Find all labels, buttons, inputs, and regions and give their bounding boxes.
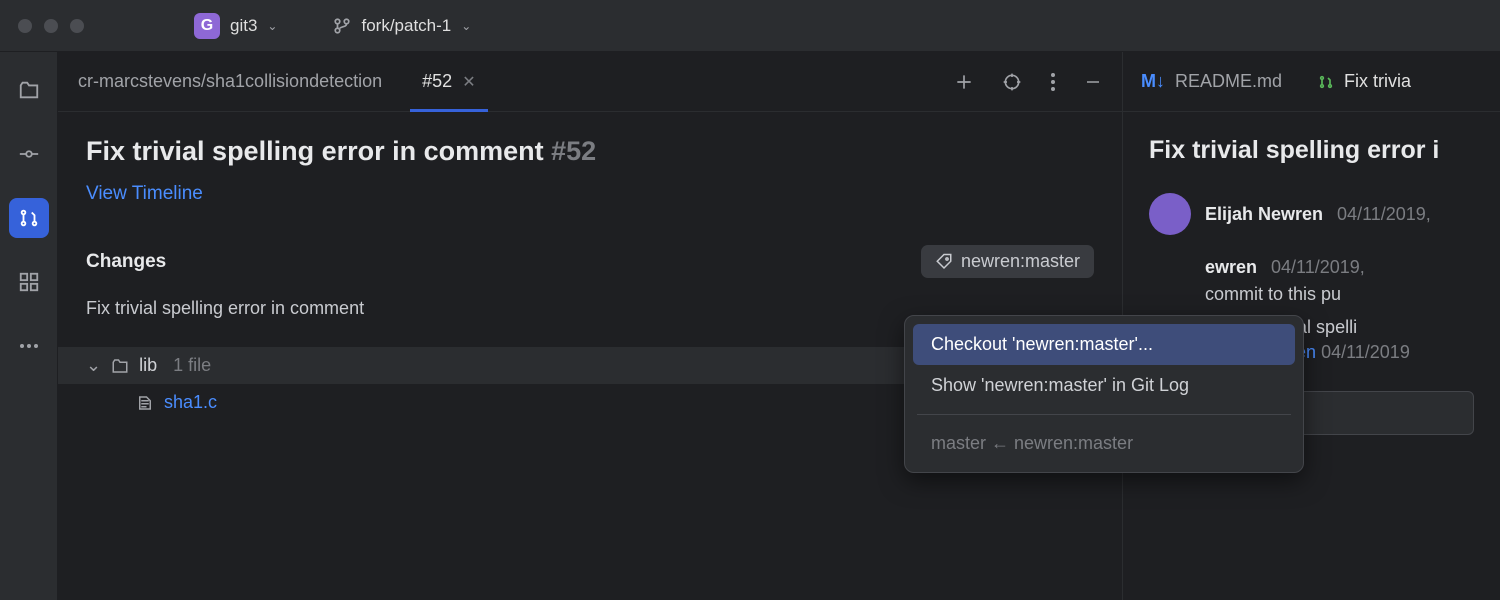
markdown-icon: M↓ [1141,71,1165,92]
branch-tag-label: newren:master [961,251,1080,272]
changes-heading: Changes [86,251,166,273]
project-name: git3 [230,16,257,36]
pr-title-text: Fix trivial spelling error in comment [86,136,544,166]
tab-label: Fix trivia [1344,71,1411,92]
pr-number: #52 [551,136,596,166]
pr-detail-title: Fix trivial spelling error i [1149,136,1474,165]
window-controls [18,19,84,33]
sidebar-structure-icon[interactable] [9,262,49,302]
target-icon[interactable] [1002,72,1022,92]
context-menu: Checkout 'newren:master'... Show 'newren… [904,315,1304,473]
sidebar-commit-icon[interactable] [9,134,49,174]
menu-item-show-log[interactable]: Show 'newren:master' in Git Log [913,365,1295,406]
chevron-down-icon: ⌄ [86,355,101,376]
branch-icon [333,17,351,35]
file-count: 1 file [173,355,211,376]
menu-footer: master ← newren:master [913,423,1295,464]
folder-name: lib [139,355,157,376]
file-icon [136,394,154,412]
tab-pr-52[interactable]: #52 ✕ [410,52,487,111]
titlebar: G git3 ⌄ fork/patch-1 ⌄ [0,0,1500,52]
date-label: 04/11/2019, [1337,204,1431,225]
more-vertical-icon[interactable] [1050,72,1056,92]
date-label: 04/11/2019, [1271,257,1365,278]
file-name: sha1.c [164,392,217,413]
tab-bar: cr-marcstevens/sha1collisiondetection #5… [58,52,1122,112]
minimize-icon[interactable] [1084,73,1102,91]
branch-selector[interactable]: fork/patch-1 ⌄ [323,12,481,40]
tab-label: README.md [1175,71,1282,92]
project-icon: G [194,13,220,39]
tab-pr-detail[interactable]: Fix trivia [1300,52,1429,111]
right-tabs: M↓ README.md Fix trivia [1123,52,1500,112]
sidebar [0,52,58,600]
tab-readme[interactable]: M↓ README.md [1123,52,1300,111]
add-icon[interactable] [954,72,974,92]
pull-request-icon [1318,74,1334,90]
author-name: Elijah Newren [1205,204,1323,225]
view-timeline-link[interactable]: View Timeline [86,183,1094,205]
branch-tag[interactable]: newren:master [921,245,1094,278]
chevron-down-icon: ⌄ [461,19,471,33]
menu-item-checkout[interactable]: Checkout 'newren:master'... [913,324,1295,365]
tag-icon [935,253,953,271]
menu-divider [917,414,1291,415]
project-selector[interactable]: G git3 ⌄ [184,9,287,43]
sidebar-pull-requests-icon[interactable] [9,198,49,238]
pr-title: Fix trivial spelling error in comment #5… [86,136,1094,167]
chevron-down-icon: ⌄ [267,19,277,33]
commit-line: commit to this pu [1205,284,1474,305]
date-label: 04/11/2019 [1321,342,1410,362]
close-window-button[interactable] [18,19,32,33]
folder-icon [111,357,129,375]
breadcrumb[interactable]: cr-marcstevens/sha1collisiondetection [78,71,382,92]
minimize-window-button[interactable] [44,19,58,33]
sidebar-project-icon[interactable] [9,70,49,110]
zoom-window-button[interactable] [70,19,84,33]
branch-name: fork/patch-1 [361,16,451,36]
close-icon[interactable]: ✕ [462,72,475,92]
sidebar-more-icon[interactable] [9,326,49,366]
tab-actions [954,72,1102,92]
tab-label: #52 [422,71,452,92]
author-name: ewren [1205,257,1257,278]
avatar [1149,193,1191,235]
